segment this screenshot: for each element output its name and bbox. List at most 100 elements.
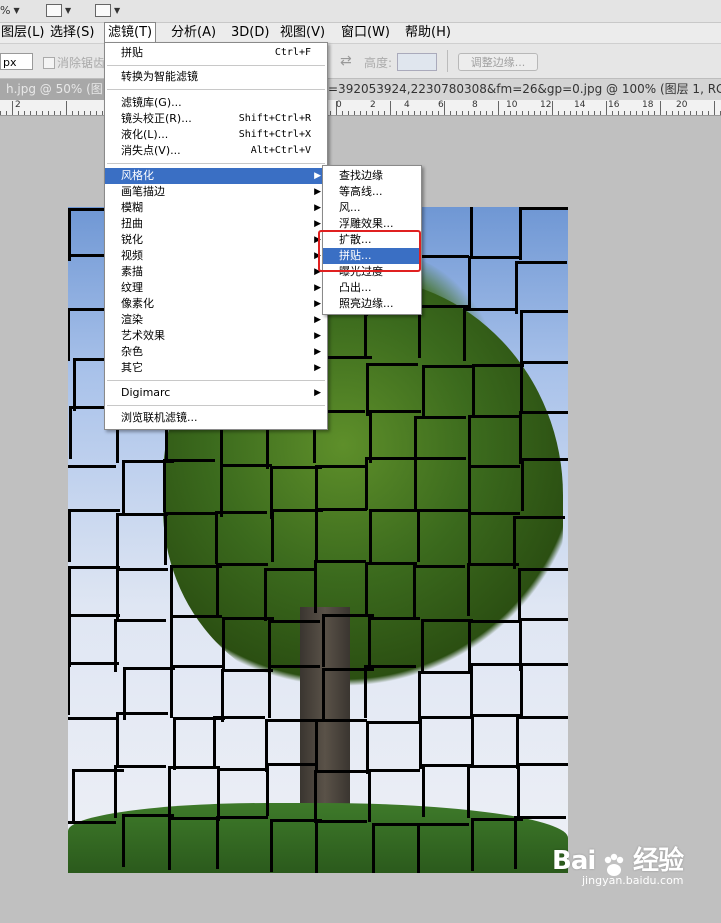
tile-fragment: [366, 721, 418, 774]
menu-item-label: 模糊: [121, 201, 143, 214]
watermark-url: jingyan.baidu.com: [582, 874, 684, 887]
menu-item-texture[interactable]: 纹理 ▶: [105, 280, 327, 296]
menu-item-lens-correction[interactable]: 镜头校正(R)... Shift+Ctrl+R: [105, 111, 327, 127]
ruler-tick: [684, 111, 685, 115]
ruler-tick: [78, 111, 79, 115]
menu-layer[interactable]: 图层(L): [0, 23, 47, 43]
tile-fragment: [213, 716, 265, 769]
watermark-logo-tail: 经验: [632, 846, 684, 876]
tile-fragment: [414, 457, 466, 510]
menu-item-artistic[interactable]: 艺术效果 ▶: [105, 328, 327, 344]
menu-item-browse-online-filters[interactable]: 浏览联机滤镜...: [105, 410, 327, 426]
submenu-arrow-icon: ▶: [314, 315, 321, 325]
menu-help[interactable]: 帮助(H): [402, 23, 454, 43]
ruler-tick: [360, 111, 361, 115]
ruler-tick: [456, 111, 457, 115]
submenu-arrow-icon: ▶: [314, 283, 321, 293]
tile-fragment: [468, 256, 520, 309]
document-tab-2[interactable]: =392053924,2230780308&fm=26&gp=0.jpg @ 1…: [326, 79, 721, 100]
ruler-tick: [6, 111, 7, 115]
menu-item-brush-strokes[interactable]: 画笔描边 ▶: [105, 184, 327, 200]
swap-icon[interactable]: ⇄: [340, 53, 352, 69]
ruler-tick: [630, 111, 631, 115]
ruler-tick: [462, 111, 463, 115]
ruler-tick: [402, 111, 403, 115]
ruler-tick: [468, 111, 469, 115]
tile-fragment: [68, 509, 120, 562]
ruler-tick: [48, 111, 49, 115]
tile-fragment: [315, 820, 367, 873]
ruler-tick: [408, 111, 409, 115]
menu-item-smart-filter[interactable]: 转换为智能滤镜: [105, 69, 327, 85]
ruler-label: 6: [438, 100, 444, 110]
menu-item-label: Digimarc: [121, 386, 171, 399]
ruler-tick: [90, 111, 91, 115]
ruler-tick: [498, 101, 499, 115]
submenu-arrow-icon: ▶: [314, 187, 321, 197]
document-tab-1[interactable]: h.jpg @ 50% (图: [6, 79, 103, 100]
ruler-tick: [378, 111, 379, 115]
menu-separator: [107, 89, 325, 90]
menu-analysis[interactable]: 分析(A): [168, 23, 219, 43]
height-input[interactable]: [397, 53, 437, 71]
ruler-tick: [36, 111, 37, 115]
ruler-tick: [18, 111, 19, 115]
ruler-tick: [582, 111, 583, 115]
submenu-item-trace-contour[interactable]: 等高线...: [323, 184, 421, 200]
submenu-item-wind[interactable]: 风...: [323, 200, 421, 216]
menu-item-filter-gallery[interactable]: 滤镜库(G)...: [105, 95, 327, 111]
tile-fragment: [518, 568, 568, 621]
ruler-tick: [552, 101, 553, 115]
menu-select[interactable]: 选择(S): [47, 23, 97, 43]
menu-item-sketch[interactable]: 素描 ▶: [105, 264, 327, 280]
ruler-label: 10: [506, 100, 518, 110]
screen-mode-button[interactable]: ▼: [95, 2, 120, 18]
submenu-item-glowing-edges[interactable]: 照亮边缘...: [323, 296, 421, 312]
ruler-tick: [708, 111, 709, 115]
ruler-tick: [534, 111, 535, 115]
menu-item-blur[interactable]: 模糊 ▶: [105, 200, 327, 216]
submenu-item-extrude[interactable]: 凸出...: [323, 280, 421, 296]
tile-fragment: [470, 207, 522, 257]
menu-separator: [107, 405, 325, 406]
menu-item-digimarc[interactable]: Digimarc ▶: [105, 385, 327, 401]
submenu-arrow-icon: ▶: [314, 331, 321, 341]
menu-filter[interactable]: 滤镜(T): [104, 22, 157, 44]
arrange-documents-button[interactable]: ▼: [46, 2, 71, 18]
antialias-checkbox[interactable]: [43, 57, 55, 69]
tile-fragment: [472, 364, 524, 417]
ruler-label: 18: [642, 100, 654, 110]
refine-edge-button[interactable]: 调整边缘...: [458, 53, 538, 71]
ruler-tick: [600, 111, 601, 115]
menu-item-last-filter[interactable]: 拼贴 Ctrl+F: [105, 45, 327, 61]
ruler-tick: [588, 111, 589, 115]
tile-fragment: [114, 619, 166, 672]
menu-window[interactable]: 窗口(W): [338, 23, 393, 43]
menu-item-render[interactable]: 渲染 ▶: [105, 312, 327, 328]
menu-item-vanishing-point[interactable]: 消失点(V)... Alt+Ctrl+V: [105, 143, 327, 159]
tile-fragment: [366, 363, 418, 416]
menu-item-pixelate[interactable]: 像素化 ▶: [105, 296, 327, 312]
menu-item-noise[interactable]: 杂色 ▶: [105, 344, 327, 360]
menu-item-distort[interactable]: 扭曲 ▶: [105, 216, 327, 232]
menu-3d[interactable]: 3D(D): [228, 23, 272, 43]
menu-item-liquify[interactable]: 液化(L)... Shift+Ctrl+X: [105, 127, 327, 143]
menu-item-video[interactable]: 视频 ▶: [105, 248, 327, 264]
menu-view[interactable]: 视图(V): [277, 23, 328, 43]
menu-item-sharpen[interactable]: 锐化 ▶: [105, 232, 327, 248]
tile-fragment: [417, 255, 469, 308]
menu-item-label: 风格化: [121, 169, 154, 182]
tile-fragment: [163, 459, 215, 512]
ruler-tick: [654, 111, 655, 115]
menu-separator: [107, 380, 325, 381]
menu-item-other[interactable]: 其它 ▶: [105, 360, 327, 376]
zoom-control[interactable]: % ▼: [0, 2, 20, 18]
menu-item-stylize[interactable]: 风格化 ▶: [105, 168, 327, 184]
ruler-tick: [672, 111, 673, 115]
ruler-tick: [612, 111, 613, 115]
divider: [447, 50, 448, 72]
tile-fragment: [116, 568, 168, 621]
submenu-item-find-edges[interactable]: 查找边缘: [323, 168, 421, 184]
feather-input[interactable]: px: [0, 53, 33, 70]
ruler-tick: [342, 111, 343, 115]
